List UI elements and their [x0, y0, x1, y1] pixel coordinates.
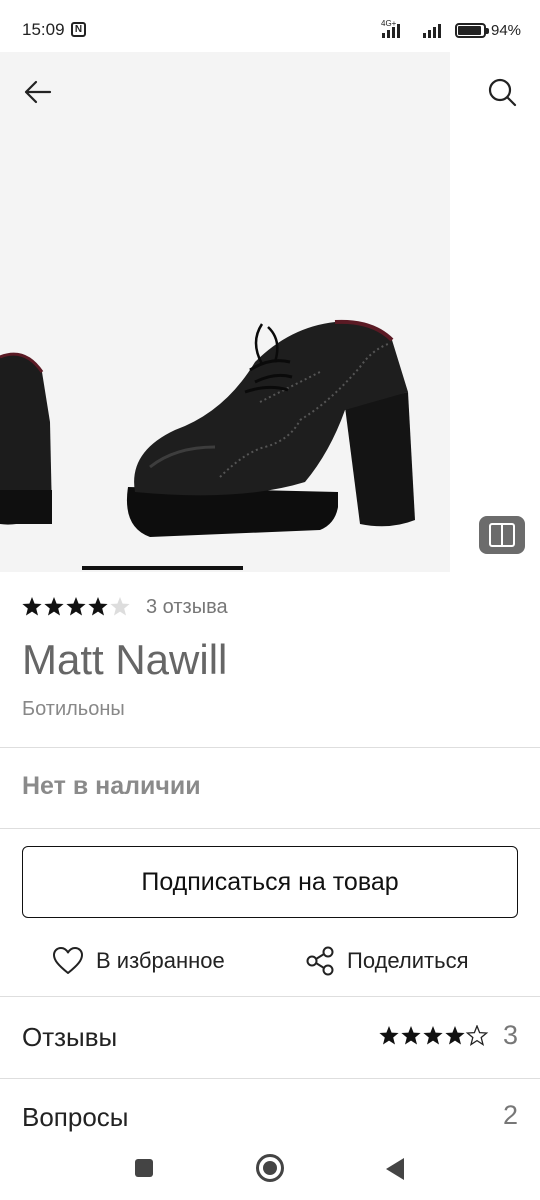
favorite-label: В избранное [96, 948, 225, 973]
reviews-link[interactable]: 3 отзыва [146, 596, 228, 619]
product-image-carousel[interactable] [0, 52, 540, 572]
divider [0, 996, 540, 997]
add-to-favorites-button[interactable]: В избранное [52, 941, 225, 981]
stock-status: Нет в наличии [22, 772, 201, 800]
battery-icon [455, 23, 489, 38]
product-category: Ботильоны [22, 698, 125, 720]
share-icon [306, 946, 334, 976]
gallery-icon [489, 523, 515, 547]
share-button[interactable]: Поделиться [305, 941, 468, 981]
divider [0, 747, 540, 748]
status-time: 15:09 [22, 20, 65, 39]
reviews-rating-stars-icon [379, 1024, 488, 1045]
questions-section-title: Вопросы [22, 1102, 129, 1132]
questions-count: 2 [502, 1100, 518, 1130]
recent-apps-button[interactable] [135, 1159, 153, 1177]
status-bar: 15:09 N 4G+ 94% [0, 0, 540, 52]
reviews-count: 3 [502, 1020, 518, 1050]
carousel-page-indicator [82, 566, 243, 570]
back-button[interactable] [20, 74, 56, 110]
product-photo [0, 319, 415, 537]
search-icon [488, 78, 517, 107]
product-rating[interactable]: 3 отзыва [22, 592, 228, 622]
signal-strength-icon-2 [423, 22, 441, 38]
search-button[interactable] [484, 74, 520, 110]
signal-strength-icon [382, 22, 400, 38]
system-back-button[interactable] [386, 1158, 404, 1180]
reviews-section-title: Отзывы [22, 1022, 118, 1052]
battery-percent: 94% [491, 22, 522, 39]
home-button[interactable] [256, 1154, 284, 1182]
share-label: Поделиться [347, 948, 469, 973]
product-brand: Matt Nawill [22, 636, 228, 683]
subscribe-button[interactable]: Подписаться на товар [22, 846, 518, 918]
system-navigation-bar [0, 1140, 540, 1200]
questions-summary: 2 [503, 1100, 518, 1131]
arrow-left-icon [24, 80, 52, 104]
reviews-summary: 3 [379, 1020, 518, 1051]
heart-icon [53, 947, 83, 974]
rating-stars-icon [22, 597, 130, 616]
gallery-button[interactable] [479, 516, 525, 554]
reviews-section-row[interactable]: Отзывы 3 [0, 998, 540, 1078]
nfc-icon: N [71, 22, 86, 37]
divider [0, 828, 540, 829]
